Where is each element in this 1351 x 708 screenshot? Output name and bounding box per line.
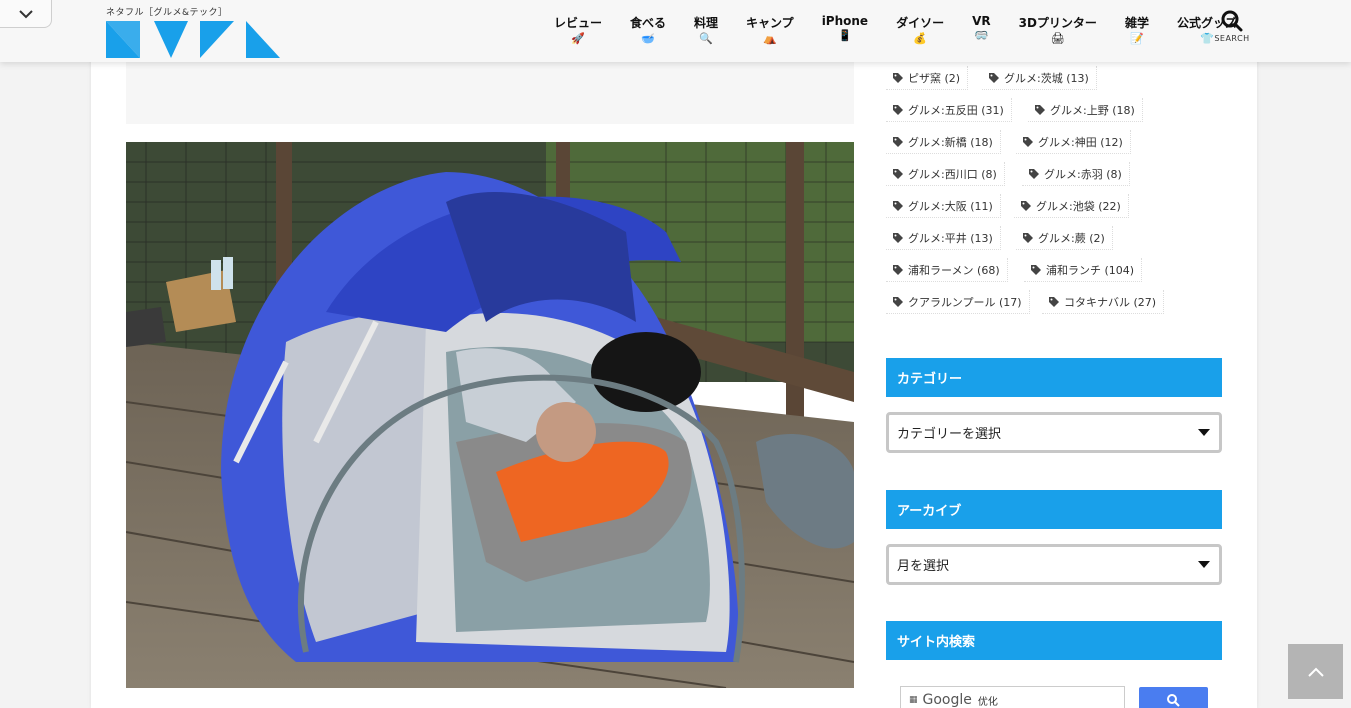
- bowl-icon: 🥣: [641, 32, 655, 45]
- archive-widget-title: アーカイブ: [886, 490, 1222, 529]
- money-bag-icon: 💰: [913, 32, 927, 45]
- archive-select[interactable]: 月を選択: [886, 544, 1222, 585]
- tag-link[interactable]: グルメ:新橋 (18): [886, 130, 1001, 154]
- site-header: ネタフル［グルメ&テック］ レビュー 🚀 食べる 🥣 料理 🔍 キャンプ ⛺ i…: [0, 0, 1351, 62]
- category-select[interactable]: カテゴリーを選択: [886, 412, 1222, 453]
- site-search-widget-title: サイト内検索: [886, 621, 1222, 660]
- tag-icon: [1031, 264, 1041, 275]
- tag-link[interactable]: グルメ:池袋 (22): [1014, 194, 1129, 218]
- tag-icon: [893, 104, 903, 115]
- tag-link[interactable]: グルメ:神田 (12): [1016, 130, 1131, 154]
- chevron-up-icon: [1307, 667, 1324, 677]
- tag-icon: [893, 136, 903, 147]
- nav-item-eat[interactable]: 食べる 🥣: [616, 14, 680, 45]
- nav-item-3d-printer[interactable]: 3Dプリンター 🖨: [1005, 14, 1111, 45]
- tag-link[interactable]: グルメ:西川口 (8): [886, 162, 1005, 186]
- ad-placeholder: [126, 62, 854, 124]
- nav-item-review[interactable]: レビュー 🚀: [540, 14, 616, 45]
- category-select-value: カテゴリーを選択: [897, 427, 1002, 442]
- tag-link[interactable]: 浦和ランチ (104): [1024, 258, 1143, 282]
- tag-icon: [1049, 296, 1059, 307]
- archive-select-value: 月を選択: [897, 559, 950, 574]
- tag-link[interactable]: グルメ:茨城 (13): [982, 66, 1097, 90]
- chevron-down-icon: [18, 9, 33, 18]
- tag-link[interactable]: グルメ:大阪 (11): [886, 194, 1001, 218]
- category-widget-title: カテゴリー: [886, 358, 1222, 397]
- memo-icon: 📝: [1130, 32, 1144, 45]
- tag-icon: [893, 168, 903, 179]
- collapse-tab[interactable]: [0, 0, 52, 28]
- google-suffix: 优化: [977, 696, 998, 708]
- tag-link[interactable]: グルメ:蕨 (2): [1016, 226, 1113, 250]
- tag-icon: [1023, 136, 1033, 147]
- nav-item-iphone[interactable]: iPhone 📱: [808, 14, 882, 45]
- tag-link[interactable]: コタキナバル (27): [1042, 290, 1165, 314]
- tent-icon: ⛺: [763, 32, 777, 45]
- tag-icon: [1029, 168, 1039, 179]
- tag-icon: [893, 72, 903, 83]
- site-search-button[interactable]: [1139, 687, 1208, 708]
- tag-icon: [1021, 200, 1031, 211]
- main-nav: レビュー 🚀 食べる 🥣 料理 🔍 キャンプ ⛺ iPhone 📱 ダイソー 💰…: [540, 14, 1251, 45]
- google-grid-icon: ▦: [909, 695, 918, 705]
- tag-link[interactable]: グルメ:上野 (18): [1028, 98, 1143, 122]
- nav-item-vr[interactable]: VR 🥽: [958, 14, 1005, 45]
- tag-icon: [1023, 232, 1033, 243]
- tag-icon: [893, 264, 903, 275]
- goggles-icon: 🥽: [974, 29, 989, 42]
- magnifier-icon: 🔍: [699, 32, 713, 45]
- nav-item-cooking[interactable]: 料理 🔍: [680, 14, 732, 45]
- tag-icon: [893, 200, 903, 211]
- phone-icon: 📱: [838, 29, 852, 42]
- dropdown-arrow-icon: [1198, 561, 1210, 568]
- site-search-input[interactable]: ▦ Google 优化: [900, 686, 1125, 708]
- nav-item-trivia[interactable]: 雑学 📝: [1111, 14, 1163, 45]
- tag-link[interactable]: クアラルンプール (17): [886, 290, 1030, 314]
- tag-link[interactable]: 浦和ラーメン (68): [886, 258, 1008, 282]
- brand-tagline: ネタフル［グルメ&テック］: [106, 8, 228, 18]
- site-logo[interactable]: [106, 21, 280, 58]
- tag-icon: [1035, 104, 1045, 115]
- tag-link[interactable]: グルメ:平井 (13): [886, 226, 1001, 250]
- printer-icon: 🖨: [1050, 32, 1065, 45]
- search-label: SEARCH: [1214, 34, 1250, 43]
- back-to-top-button[interactable]: [1288, 644, 1343, 699]
- tag-icon: [893, 232, 903, 243]
- tag-icon: [893, 296, 903, 307]
- tag-link[interactable]: グルメ:赤羽 (8): [1022, 162, 1130, 186]
- article-photo: [126, 142, 854, 688]
- tag-link[interactable]: ピザ窯 (2): [886, 66, 969, 90]
- search-icon: [1167, 694, 1180, 707]
- rocket-icon: 🚀: [571, 32, 585, 45]
- nav-item-daiso[interactable]: ダイソー 💰: [882, 14, 958, 45]
- dropdown-arrow-icon: [1198, 429, 1210, 436]
- google-label: Google: [922, 692, 972, 708]
- nav-item-camp[interactable]: キャンプ ⛺: [732, 14, 808, 45]
- search-icon: [1221, 10, 1243, 32]
- tag-link[interactable]: グルメ:五反田 (31): [886, 98, 1012, 122]
- tag-icon: [989, 72, 999, 83]
- search-button[interactable]: SEARCH: [1212, 10, 1252, 43]
